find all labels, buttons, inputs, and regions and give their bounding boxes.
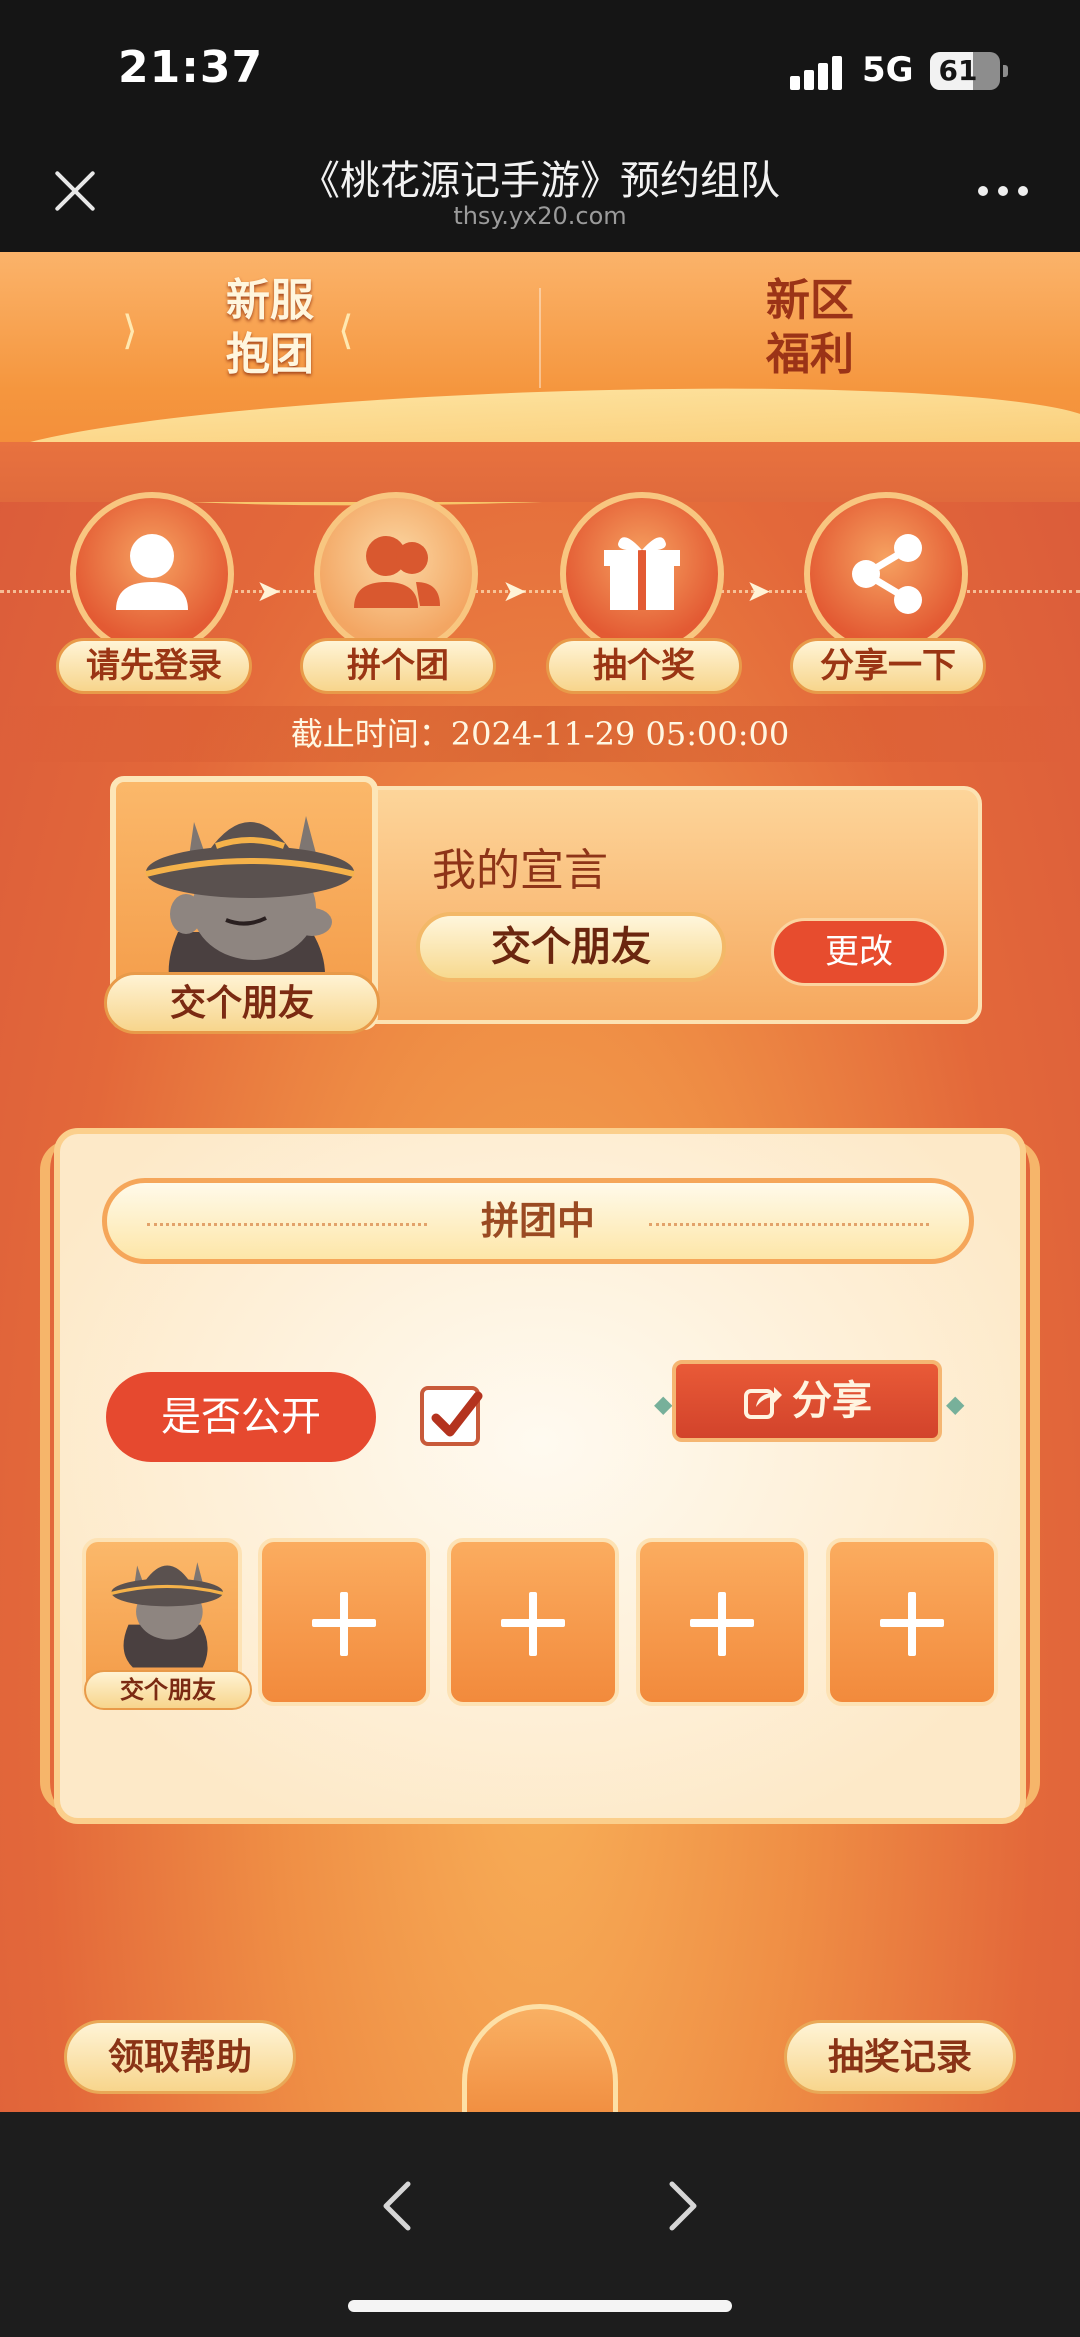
home-indicator[interactable] <box>348 2300 732 2312</box>
peach-center-icon <box>462 2004 618 2112</box>
close-icon[interactable] <box>52 168 98 214</box>
team-status-banner: 拼团中 <box>102 1178 974 1264</box>
status-bar: 21:37 5G 61 <box>0 0 1080 140</box>
battery-icon: 61 <box>930 52 1008 90</box>
step-arrow-icon: ➤ <box>502 574 528 609</box>
declaration-title: 我的宣言 <box>432 845 608 896</box>
page-url: thsy.yx20.com <box>453 202 627 230</box>
team-panel: 拼团中 是否公开 ◆ 分享 ◆ 交个朋友 <box>40 1128 1040 1824</box>
status-time: 21:37 <box>118 42 264 93</box>
step-login-label: 请先登录 <box>56 638 252 694</box>
empty-member-slot[interactable] <box>258 1538 430 1706</box>
share-arrow-icon <box>744 1387 782 1419</box>
member-slot-me: 交个朋友 <box>82 1538 252 1710</box>
left-ornament-icon: ⟩ <box>122 308 138 354</box>
cat-avatar-icon <box>110 1562 224 1668</box>
gift-icon <box>604 537 680 610</box>
step-lottery-label: 抽个奖 <box>546 638 742 694</box>
claim-help-button[interactable]: 领取帮助 <box>64 2020 296 2094</box>
step-share-label: 分享一下 <box>790 638 986 694</box>
top-banner: ⟩ ⟨ 新服 抱团 新区 福利 <box>0 252 1080 522</box>
share-ornament-icon: ◆ <box>654 1390 673 1418</box>
change-declaration-button[interactable]: 更改 <box>771 918 947 986</box>
tab-new-server-group[interactable]: 新服 抱团 <box>170 274 370 382</box>
step-share[interactable]: 分享一下 <box>790 492 986 712</box>
user-icon <box>116 534 188 610</box>
main-content: ⟩ ⟨ 新服 抱团 新区 福利 请先登录 ➤ 拼个团 ➤ 抽个奖 ➤ 分享一下 … <box>0 252 1080 2112</box>
battery-percent: 61 <box>938 54 978 87</box>
declaration-text: 交个朋友 <box>416 912 726 982</box>
step-arrow-icon: ➤ <box>256 574 282 609</box>
more-options-icon[interactable] <box>978 186 1028 198</box>
empty-member-slot[interactable] <box>636 1538 808 1706</box>
forward-icon[interactable] <box>650 2176 710 2236</box>
lottery-records-button[interactable]: 抽奖记录 <box>784 2020 1016 2094</box>
deadline-text: 截止时间：2024-11-29 05:00:00 <box>0 706 1080 762</box>
tab-divider <box>539 288 541 388</box>
step-lottery[interactable]: 抽个奖 <box>546 492 742 712</box>
team-status-text: 拼团中 <box>480 1199 595 1243</box>
empty-member-slot[interactable] <box>447 1538 619 1706</box>
public-toggle-label[interactable]: 是否公开 <box>106 1372 376 1462</box>
share-button-label: 分享 <box>792 1377 872 1424</box>
check-icon <box>431 1391 483 1437</box>
browser-header: 《桃花源记手游》预约组队 thsy.yx20.com <box>0 140 1080 252</box>
share-icon <box>852 534 922 614</box>
browser-toolbar <box>0 2112 1080 2337</box>
step-arrow-icon: ➤ <box>746 574 772 609</box>
network-type: 5G <box>862 50 914 90</box>
empty-member-slot[interactable] <box>826 1538 998 1706</box>
group-icon <box>354 536 440 608</box>
avatar-tag: 交个朋友 <box>104 972 380 1034</box>
member-tag: 交个朋友 <box>84 1670 252 1710</box>
share-ornament-icon: ◆ <box>946 1390 965 1418</box>
public-checkbox[interactable] <box>420 1386 483 1446</box>
step-login[interactable]: 请先登录 <box>56 492 252 712</box>
tab-new-zone-benefits[interactable]: 新区 福利 <box>710 274 910 382</box>
page-title: 《桃花源记手游》预约组队 <box>300 158 780 204</box>
step-group[interactable]: 拼个团 <box>300 492 496 712</box>
step-group-label: 拼个团 <box>300 638 496 694</box>
declaration-card: 交个朋友 我的宣言 交个朋友 更改 <box>104 776 982 1034</box>
tab-new-zone-benefits-label: 新区 福利 <box>766 275 854 380</box>
back-icon[interactable] <box>370 2176 430 2236</box>
signal-icon <box>790 54 850 90</box>
tab-new-server-group-label: 新服 抱团 <box>226 275 314 380</box>
share-button[interactable]: 分享 <box>672 1360 942 1442</box>
